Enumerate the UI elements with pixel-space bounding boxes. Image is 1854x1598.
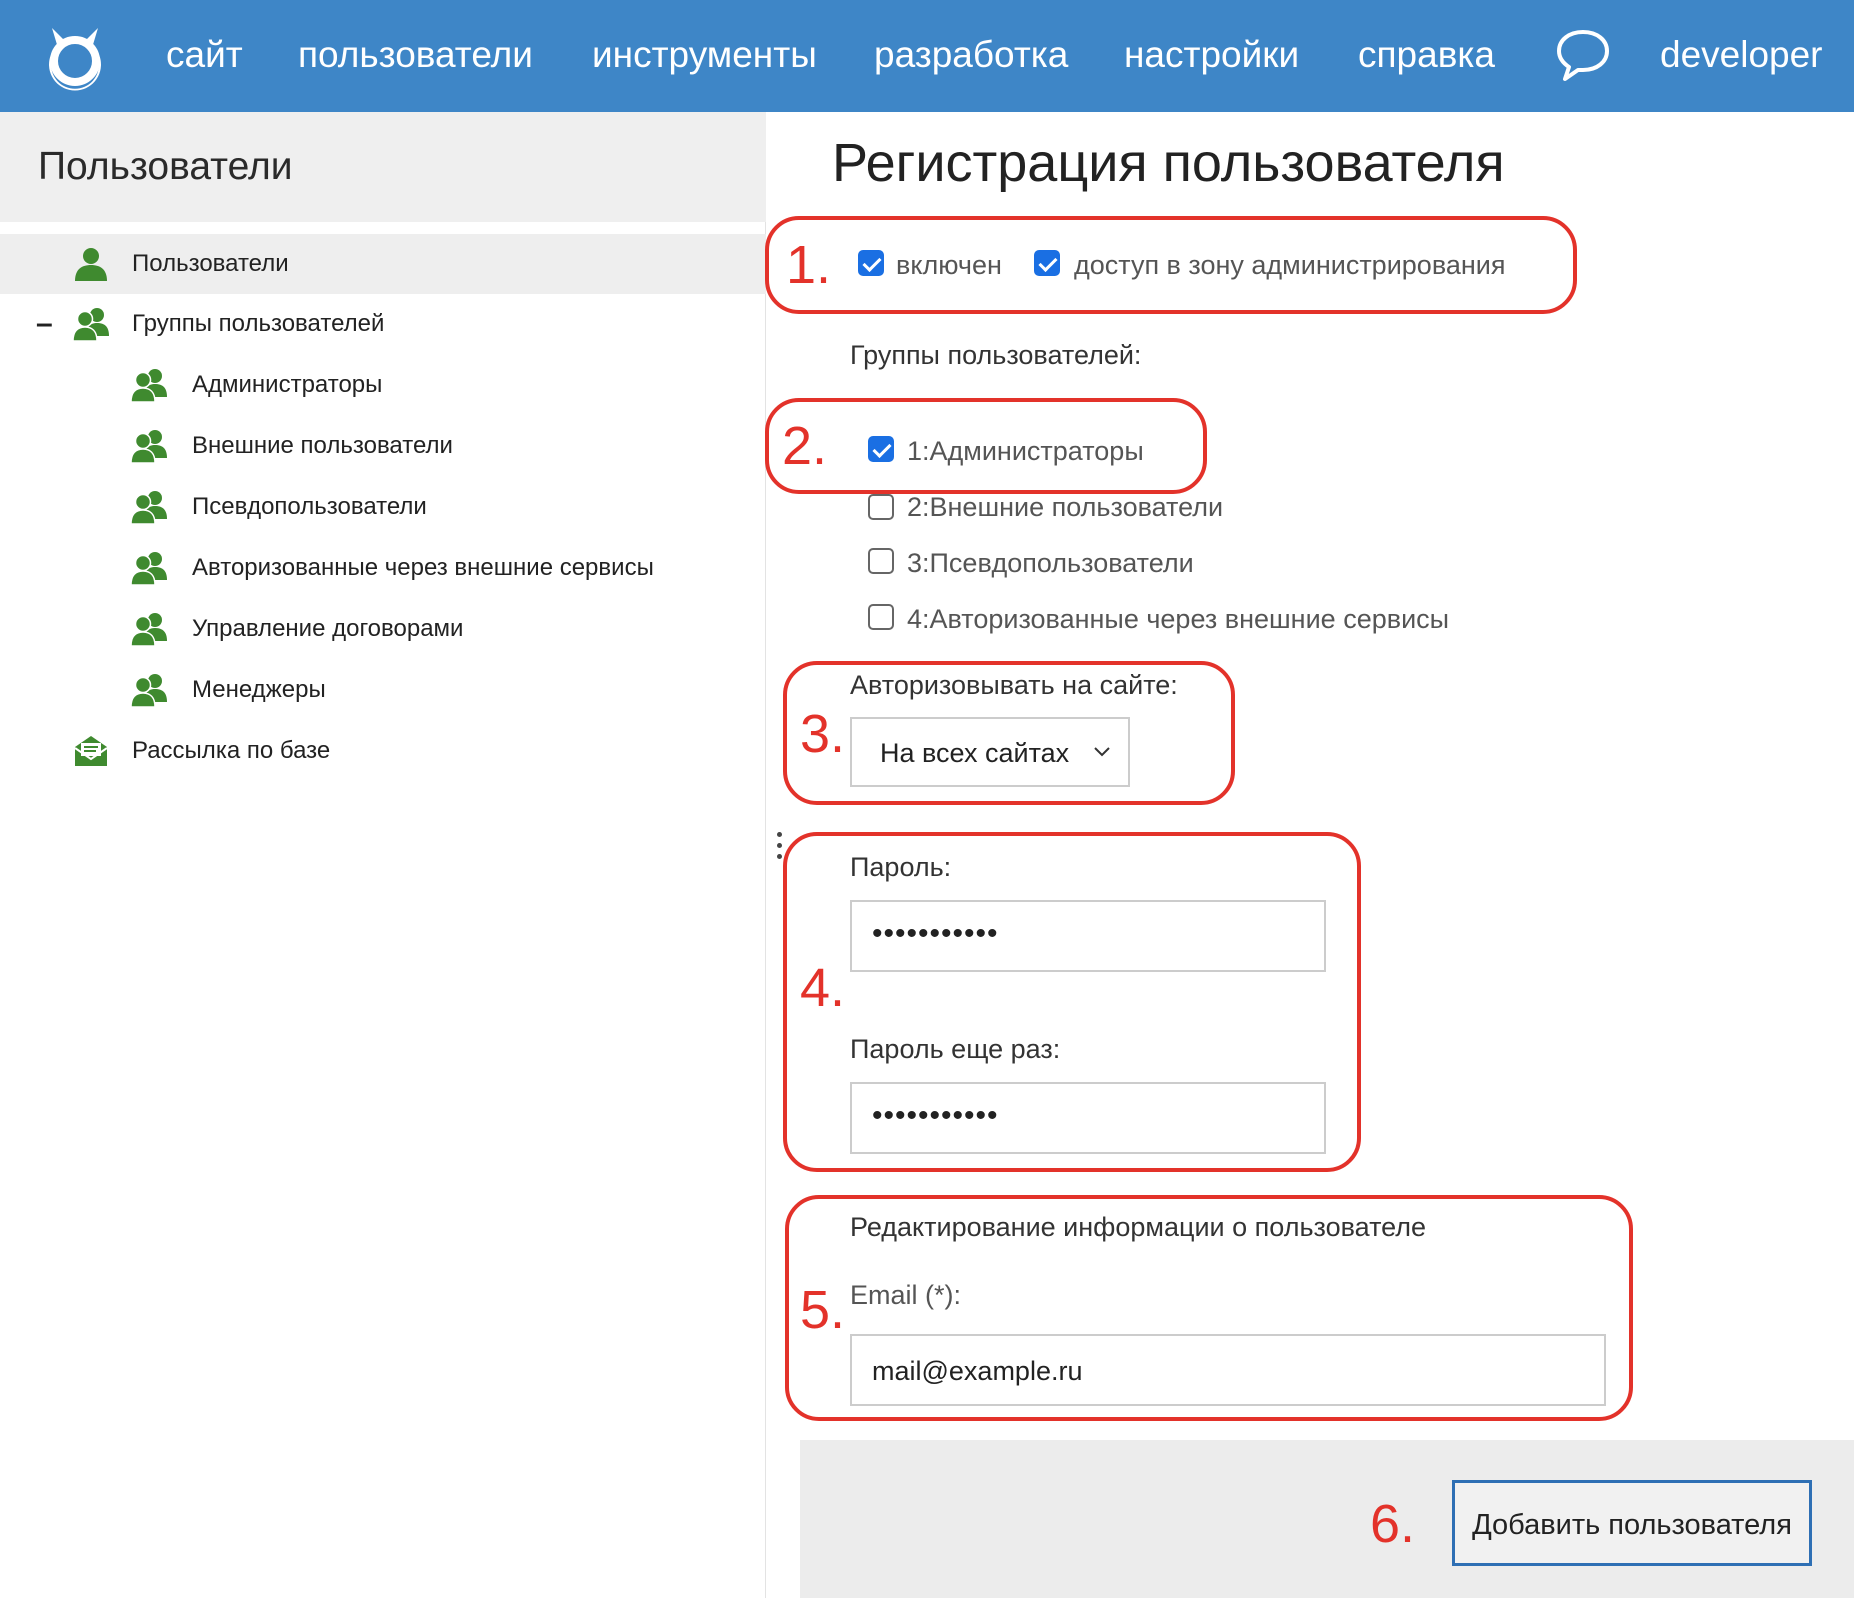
sidebar-item-label: Управление договорами bbox=[192, 615, 464, 642]
group-checkbox-label[interactable]: 2:Внешние пользователи bbox=[907, 490, 1223, 524]
nav-users[interactable]: пользователи bbox=[298, 32, 533, 78]
user-groups-label: Группы пользователей: bbox=[850, 340, 1142, 370]
users-group-icon bbox=[72, 308, 109, 342]
users-group-icon bbox=[130, 430, 167, 464]
annotation-number-3: 3. bbox=[800, 704, 846, 764]
sidebar-item-label: Внешние пользователи bbox=[192, 432, 453, 459]
user-menu[interactable]: developer bbox=[1660, 32, 1823, 78]
nav-help[interactable]: справка bbox=[1358, 32, 1495, 78]
add-user-button[interactable]: Добавить пользователя bbox=[1452, 1480, 1812, 1566]
sidebar-item-label: Псевдопользователи bbox=[192, 493, 427, 520]
sidebar-item-external-users[interactable]: Внешние пользователи bbox=[0, 416, 766, 476]
sidebar-item-external-auth[interactable]: Авторизованные через внешние сервисы bbox=[0, 538, 766, 598]
sidebar-title: Пользователи bbox=[38, 145, 293, 188]
mail-icon bbox=[74, 736, 108, 766]
sidebar-item-label: Администраторы bbox=[192, 371, 383, 398]
annotation-box-4 bbox=[783, 832, 1361, 1172]
sidebar-item-managers[interactable]: Менеджеры bbox=[0, 660, 766, 720]
logo-icon[interactable] bbox=[40, 22, 110, 92]
sidebar-item-user-groups[interactable]: – Группы пользователей bbox=[0, 294, 766, 354]
chat-icon[interactable] bbox=[1554, 26, 1612, 84]
sidebar-item-pseudo-users[interactable]: Псевдопользователи bbox=[0, 477, 766, 537]
users-group-icon bbox=[130, 552, 167, 586]
sidebar-item-label: Авторизованные через внешние сервисы bbox=[192, 554, 654, 581]
sidebar-item-users[interactable]: Пользователи bbox=[0, 234, 766, 294]
group-checkbox-pseudo[interactable] bbox=[868, 548, 894, 574]
user-icon bbox=[75, 248, 107, 281]
users-group-icon bbox=[130, 369, 167, 403]
group-checkbox-external-auth[interactable] bbox=[868, 604, 894, 630]
nav-site[interactable]: сайт bbox=[166, 32, 243, 78]
annotation-box-3 bbox=[783, 661, 1235, 805]
collapse-toggle[interactable]: – bbox=[36, 309, 53, 339]
group-checkbox-label[interactable]: 3:Псевдопользователи bbox=[907, 546, 1194, 580]
sidebar-item-label: Рассылка по базе bbox=[132, 737, 331, 764]
sidebar: Пользователи Пользователи – Группы польз… bbox=[0, 112, 766, 1598]
top-navbar: сайт пользователи инструменты разработка… bbox=[0, 0, 1854, 112]
users-group-icon bbox=[130, 491, 167, 525]
annotation-box-2 bbox=[765, 398, 1207, 494]
sidebar-item-label: Группы пользователей bbox=[132, 310, 385, 337]
annotation-number-1: 1. bbox=[786, 235, 832, 295]
group-checkbox-external[interactable] bbox=[868, 494, 894, 520]
annotation-box-1 bbox=[765, 216, 1577, 314]
users-group-icon bbox=[130, 613, 167, 647]
sidebar-item-administrators[interactable]: Администраторы bbox=[0, 355, 766, 415]
annotation-number-5: 5. bbox=[800, 1280, 846, 1340]
annotation-box-5 bbox=[785, 1195, 1633, 1421]
annotation-number-6: 6. bbox=[1370, 1494, 1416, 1554]
nav-development[interactable]: разработка bbox=[874, 32, 1068, 78]
sidebar-item-mailing[interactable]: Рассылка по базе bbox=[0, 721, 766, 781]
page-title: Регистрация пользователя bbox=[832, 133, 1505, 193]
nav-settings[interactable]: настройки bbox=[1124, 32, 1299, 78]
group-checkbox-label[interactable]: 4:Авторизованные через внешние сервисы bbox=[907, 602, 1449, 636]
nav-tools[interactable]: инструменты bbox=[592, 32, 817, 78]
add-user-button-label: Добавить пользователя bbox=[1472, 1509, 1792, 1541]
annotation-number-2: 2. bbox=[782, 416, 828, 476]
sidebar-header: Пользователи bbox=[0, 112, 766, 222]
annotation-number-4: 4. bbox=[800, 958, 846, 1018]
users-group-icon bbox=[130, 674, 167, 708]
sidebar-item-label: Менеджеры bbox=[192, 676, 326, 703]
sidebar-item-label: Пользователи bbox=[132, 250, 289, 277]
sidebar-item-contracts[interactable]: Управление договорами bbox=[0, 599, 766, 659]
